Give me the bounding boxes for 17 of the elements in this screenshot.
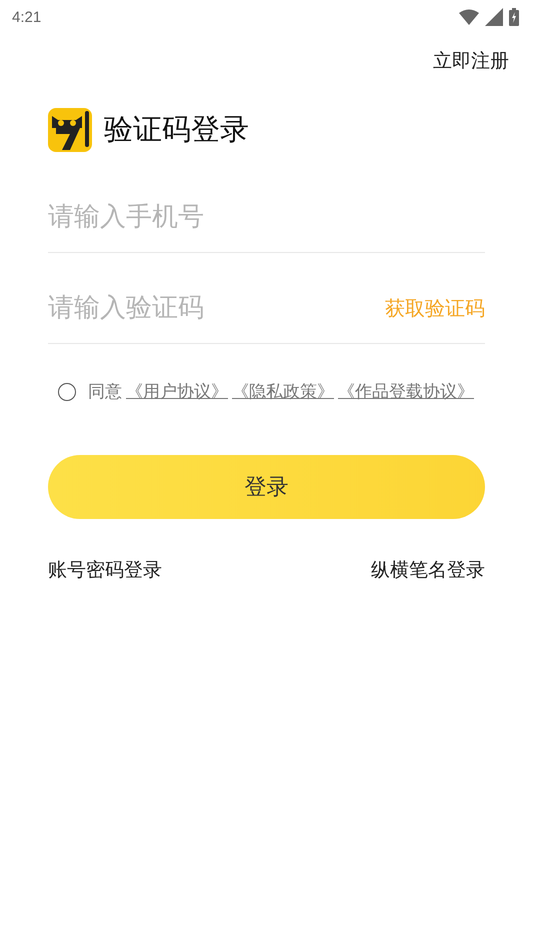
agree-radio[interactable]: [58, 382, 76, 400]
agreement-link[interactable]: 《用户协议》: [126, 380, 228, 403]
register-link[interactable]: 立即注册: [433, 48, 509, 74]
alt-login-link[interactable]: 账号密码登录: [48, 557, 162, 583]
login-button[interactable]: 登录: [48, 455, 485, 519]
agree-label: 同意: [88, 381, 122, 403]
signal-icon: [485, 8, 503, 26]
cat-logo-icon: [48, 108, 92, 152]
page-title: 验证码登录: [104, 111, 249, 148]
alt-login-link[interactable]: 纵横笔名登录: [371, 557, 485, 583]
agreement-link[interactable]: 《隐私政策》: [232, 380, 334, 403]
wifi-icon: [459, 9, 479, 25]
code-input-field[interactable]: 请输入验证码: [48, 293, 385, 323]
phone-input-field[interactable]: 请输入手机号: [48, 202, 485, 232]
agreement-link[interactable]: 《作品登载协议》: [338, 380, 474, 403]
battery-icon: [509, 8, 519, 26]
status-time: 4:21: [12, 8, 42, 26]
